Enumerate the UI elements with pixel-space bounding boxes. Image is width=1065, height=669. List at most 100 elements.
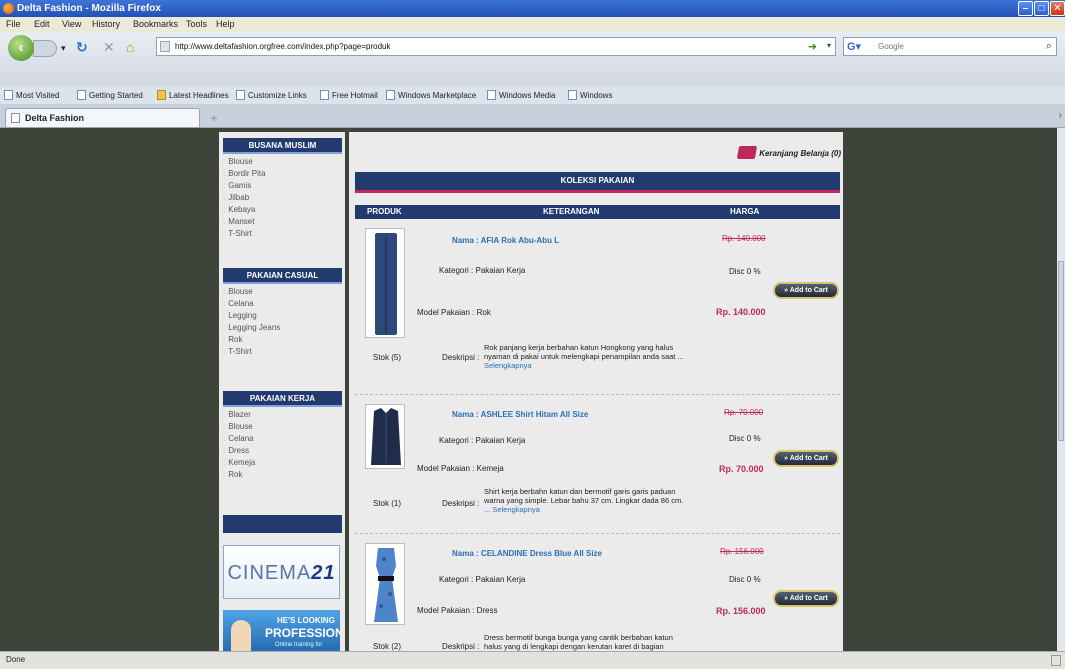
product-name[interactable]: Nama : AFIA Rok Abu-Abu L [452,236,559,245]
category-link[interactable]: : Bordir Pita [223,169,266,178]
menu-bookmarks[interactable]: Bookmarks [133,19,178,29]
new-tab-button[interactable]: + [203,111,225,126]
bookmark-windows-media[interactable]: Windows Media [487,90,555,100]
product-image-rok[interactable] [365,228,405,338]
product-name[interactable]: Nama : CELANDINE Dress Blue All Size [452,549,602,558]
window-titlebar: Delta Fashion - Mozilla Firefox – □ ✕ [0,0,1065,17]
cinema21-banner[interactable]: CINEMA21 [223,545,340,599]
bookmark-getting-started[interactable]: Getting Started [77,90,143,100]
menu-help[interactable]: Help [216,19,235,29]
read-more-link[interactable]: ... Selengkapnya [484,505,784,514]
person-image [231,620,251,651]
category-link[interactable]: : Manset [223,217,254,226]
category-link[interactable]: : Dress [223,446,249,455]
url-dropdown-icon[interactable]: ▾ [827,41,831,50]
bookmark-icon [386,90,395,100]
menu-tools[interactable]: Tools [186,19,207,29]
professional-banner[interactable]: HE'S LOOKING PROFESSIONAL Online trainin… [223,610,340,651]
category-link[interactable]: : Celana [223,434,254,443]
menu-view[interactable]: View [62,19,81,29]
product-row: Nama : ASHLEE Shirt Hitam All Size Rp. 7… [355,394,840,536]
category-heading-busana-muslim: BUSANA MUSLIM [223,138,342,154]
home-icon[interactable]: ⌂ [126,39,134,55]
product-name[interactable]: Nama : ASHLEE Shirt Hitam All Size [452,410,588,419]
product-model: Model Pakaian : Kemeja [417,464,504,473]
product-model: Model Pakaian : Rok [417,308,491,317]
bookmark-most-visited[interactable]: Most Visited [4,90,59,100]
back-button[interactable]: ‹ [8,35,34,61]
product-price: Rp. 70.000 [719,464,764,474]
scrollbar-thumb[interactable] [1058,261,1064,441]
product-image-kemeja[interactable] [365,404,405,469]
bookmark-free-hotmail[interactable]: Free Hotmail [320,90,378,100]
old-price: Rp. 156.000 [720,547,764,556]
menu-edit[interactable]: Edit [34,19,50,29]
category-link[interactable]: : Legging [223,311,257,320]
bookmark-icon [236,90,245,100]
category-link[interactable]: : Celana [223,299,254,308]
vertical-scrollbar[interactable] [1057,128,1065,651]
search-box[interactable]: G▾ ⌕ [843,37,1057,56]
reload-icon[interactable]: ↻ [76,39,88,56]
menu-file[interactable]: File [6,19,21,29]
category-link[interactable]: : Gamis [223,181,251,190]
add-to-cart-button[interactable]: » Add to Cart [773,450,839,467]
description-label: Deskripsi : [442,642,480,651]
shopping-cart-link[interactable]: Keranjang Belanja (0) [737,146,841,159]
go-arrow-icon[interactable]: ➜ [808,40,817,53]
bookmark-icon [77,90,86,100]
category-link[interactable]: : Legging Jeans [223,323,280,332]
product-description: Dress bermotif bunga bunga yang cantik b… [484,633,673,651]
product-row: Nama : CELANDINE Dress Blue All Size Rp.… [355,533,840,651]
column-header: PRODUK [367,207,402,216]
stop-icon[interactable]: ✕ [103,39,115,56]
product-model: Model Pakaian : Dress [417,606,498,615]
bookmark-latest-headlines[interactable]: Latest Headlines [157,90,229,100]
product-category: Kategori : Pakaian Kerja [439,575,526,584]
product-price: Rp. 156.000 [716,606,766,616]
tab-scroll-icon[interactable]: › [1059,110,1062,121]
resize-grip-icon[interactable] [1051,655,1061,666]
maximize-button[interactable]: □ [1034,1,1049,16]
add-to-cart-button[interactable]: » Add to Cart [773,590,839,607]
category-link[interactable]: : Rok [223,335,242,344]
tab-delta-fashion[interactable]: Delta Fashion [5,108,200,127]
google-icon[interactable]: G▾ [847,40,861,53]
address-bar[interactable]: ➜ ▾ [156,37,836,56]
category-heading-pakaian-kerja: PAKAIAN KERJA [223,391,342,407]
search-input[interactable] [878,40,1028,53]
minimize-button[interactable]: – [1018,1,1033,16]
bookmark-icon [487,90,496,100]
product-image-dress[interactable] [365,543,405,625]
status-text: Done [6,655,26,664]
category-link[interactable]: : Blazer [223,410,251,419]
search-icon[interactable]: ⌕ [1046,40,1052,53]
category-link[interactable]: : Rok [223,470,242,479]
menu-history[interactable]: History [92,19,120,29]
category-heading-pakaian-casual: PAKAIAN CASUAL [223,268,342,284]
category-link[interactable]: : T-Shirt [223,347,252,356]
product-category: Kategori : Pakaian Kerja [439,436,526,445]
category-link[interactable]: : Blouse [223,157,253,166]
column-header: HARGA [730,207,760,216]
bookmark-icon [4,90,13,100]
category-link[interactable]: : Blouse [223,422,253,431]
add-to-cart-button[interactable]: » Add to Cart [773,282,839,299]
category-link[interactable]: : Kemeja [223,458,255,467]
bookmark-windows[interactable]: Windows [568,90,612,100]
discount: Disc 0 % [729,267,761,276]
discount: Disc 0 % [729,434,761,443]
bookmark-customize-links[interactable]: Customize Links [236,90,307,100]
url-input[interactable] [175,39,805,54]
category-link[interactable]: : Kebaya [223,205,255,214]
category-link[interactable]: : T-Shirt [223,229,252,238]
forward-button[interactable] [33,40,57,57]
read-more-link[interactable]: Selengkapnya [484,361,734,370]
category-link[interactable]: : Jilbab [223,193,249,202]
close-button[interactable]: ✕ [1050,1,1065,16]
history-dropdown-icon[interactable]: ▾ [61,43,66,54]
old-price: Rp. 140.000 [722,234,766,243]
category-link[interactable]: : Blouse [223,287,253,296]
bookmark-windows-marketplace[interactable]: Windows Marketplace [386,90,476,100]
firefox-icon [3,3,14,14]
